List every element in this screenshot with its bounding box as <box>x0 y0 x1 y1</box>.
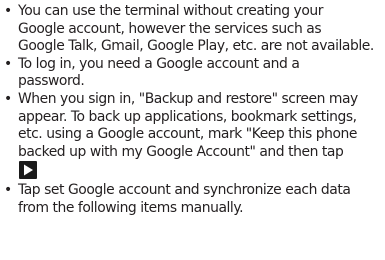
bullet: • <box>4 3 12 19</box>
text-line: from the following items manually. <box>18 199 244 216</box>
list-item: • Tap set Google account and synchronize… <box>4 182 379 217</box>
text-line: password. <box>18 73 85 90</box>
text-line: Google Talk, Gmail, Google Play, etc. ar… <box>18 38 374 55</box>
list-item: • You can use the terminal without creat… <box>4 3 379 56</box>
bullet: • <box>4 55 12 72</box>
text-line: etc. using a Google account, mark "Keep … <box>18 126 357 143</box>
next-arrow-icon <box>19 161 37 180</box>
bullet: • <box>4 181 12 198</box>
text-line: Google account, however the services suc… <box>18 20 322 37</box>
icon-line <box>18 161 379 182</box>
instruction-list: • You can use the terminal without creat… <box>4 3 379 217</box>
bullet: • <box>4 90 12 107</box>
list-item: • When you sign in, "Backup and restore"… <box>4 91 379 182</box>
manual-page: • You can use the terminal without creat… <box>0 0 385 260</box>
text-line: backed up with my Google Account" and th… <box>18 143 344 160</box>
text-line: To log in, you need a Google account and… <box>18 55 300 72</box>
text-line: Tap set Google account and synchronize e… <box>18 181 351 198</box>
list-item: • To log in, you need a Google account a… <box>4 56 379 91</box>
text-line: You can use the terminal without creatin… <box>18 3 323 19</box>
text-line: appear. To back up applications, bookmar… <box>18 108 357 125</box>
text-line: When you sign in, "Backup and restore" s… <box>18 90 358 107</box>
